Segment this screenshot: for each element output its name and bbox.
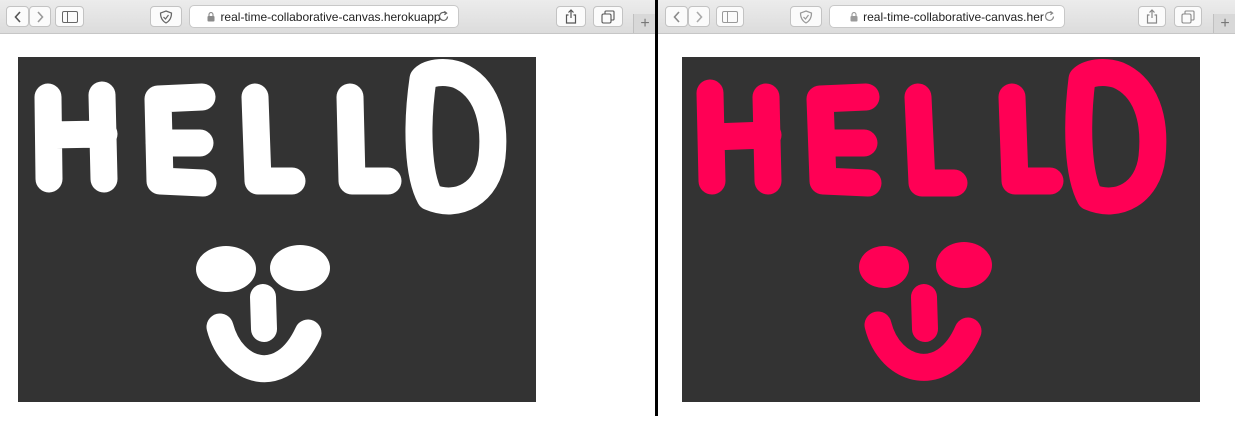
stroke-letter-l2 xyxy=(998,83,1064,195)
canvas-drawing xyxy=(34,58,507,383)
stroke-letter-o xyxy=(1065,58,1167,215)
share-button[interactable] xyxy=(556,6,586,27)
stroke-letter-l1 xyxy=(904,83,968,197)
forward-icon xyxy=(36,10,44,23)
back-icon xyxy=(13,10,22,23)
lock-icon xyxy=(207,11,215,22)
sidebar-button[interactable] xyxy=(716,6,744,27)
stroke-letter-o xyxy=(405,58,507,215)
tabs-icon xyxy=(601,9,615,24)
new-tab-button[interactable]: + xyxy=(633,14,655,33)
stroke-eye-right xyxy=(936,242,992,288)
back-button[interactable] xyxy=(6,6,29,27)
stroke-nose xyxy=(250,284,277,342)
back-icon xyxy=(672,10,681,23)
sidebar-button[interactable] xyxy=(55,6,84,27)
browser-window-left: real-time-collaborative-canvas.herokuapp… xyxy=(0,0,655,429)
stroke-letter-l1 xyxy=(241,83,306,195)
reload-icon[interactable] xyxy=(437,10,450,23)
share-icon xyxy=(1146,9,1158,24)
url-text: real-time-collaborative-canvas.herokuapp xyxy=(220,9,441,24)
back-button[interactable] xyxy=(665,6,688,27)
stroke-eye-left xyxy=(859,246,909,288)
sidebar-icon xyxy=(61,10,78,23)
forward-button[interactable] xyxy=(29,6,51,27)
forward-icon xyxy=(695,10,703,23)
stroke-letter-h xyxy=(34,81,118,193)
stroke-letter-e xyxy=(144,83,217,197)
new-tab-button[interactable]: + xyxy=(1213,14,1235,33)
drawing-canvas[interactable] xyxy=(18,57,536,402)
stroke-eye-right xyxy=(270,245,330,291)
shield-icon xyxy=(799,9,813,24)
browser-toolbar: real-time-collaborative-canvas.her + xyxy=(658,0,1235,34)
privacy-button[interactable] xyxy=(150,6,182,27)
stroke-eye-left xyxy=(196,246,256,292)
forward-button[interactable] xyxy=(688,6,710,27)
share-icon xyxy=(565,9,577,24)
shield-icon xyxy=(159,9,173,24)
browser-window-right: real-time-collaborative-canvas.her + xyxy=(658,0,1235,429)
stroke-letter-e xyxy=(806,83,882,197)
tabs-overview-button[interactable] xyxy=(593,6,623,27)
drawing-canvas[interactable] xyxy=(682,57,1200,402)
stroke-letter-l2 xyxy=(336,83,402,195)
lock-icon xyxy=(850,11,858,22)
url-text: real-time-collaborative-canvas.her xyxy=(863,9,1044,24)
privacy-button[interactable] xyxy=(790,6,822,27)
address-bar[interactable]: real-time-collaborative-canvas.her xyxy=(829,5,1065,28)
tabs-icon xyxy=(1181,9,1195,24)
tabs-overview-button[interactable] xyxy=(1174,6,1202,27)
share-button[interactable] xyxy=(1138,6,1166,27)
sidebar-icon xyxy=(722,10,738,23)
canvas-drawing xyxy=(696,58,1167,381)
browser-toolbar: real-time-collaborative-canvas.herokuapp… xyxy=(0,0,655,34)
stroke-nose xyxy=(911,284,938,342)
address-bar[interactable]: real-time-collaborative-canvas.herokuapp xyxy=(189,5,459,28)
reload-icon[interactable] xyxy=(1043,10,1056,23)
stroke-letter-h xyxy=(696,79,782,195)
